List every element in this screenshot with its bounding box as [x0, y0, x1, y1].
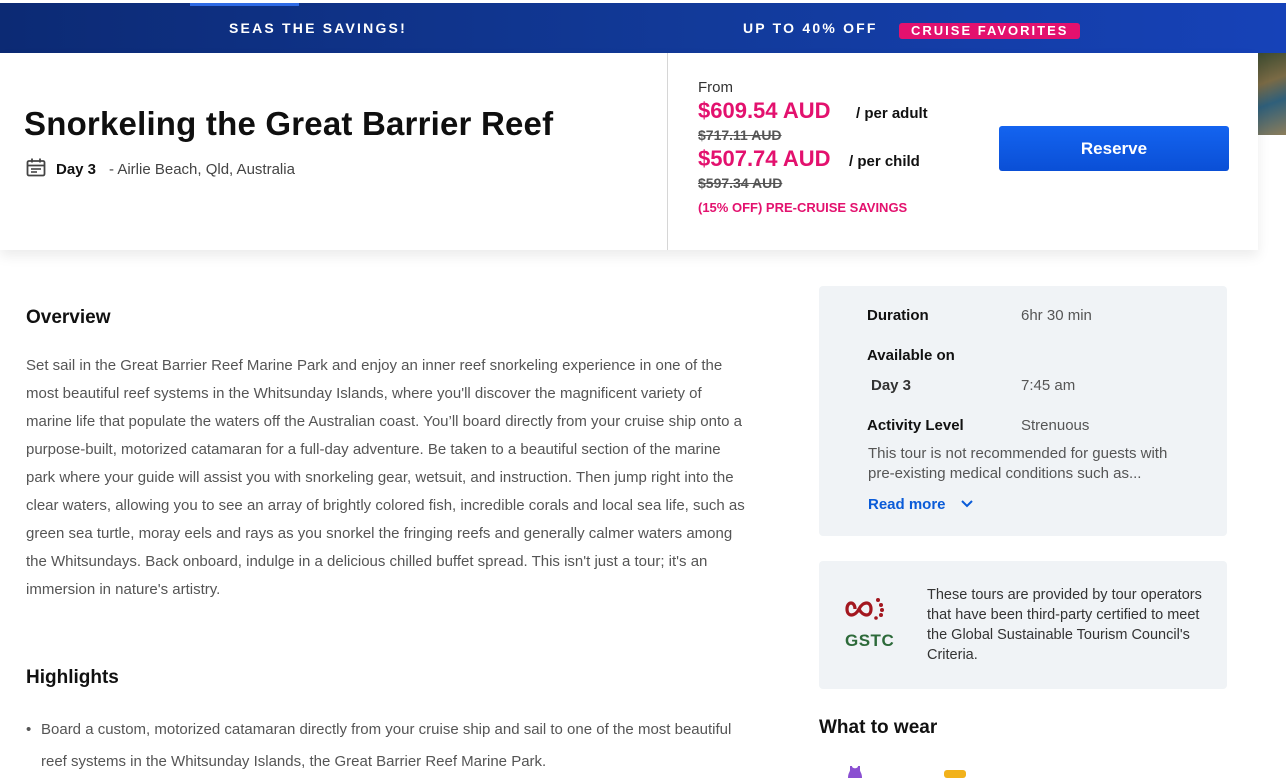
tour-header-card: Snorkeling the Great Barrier Reef Day 3 …: [0, 53, 1258, 250]
duration-label: Duration: [867, 307, 929, 324]
calendar-icon: [26, 158, 46, 177]
activity-level-label: Activity Level: [867, 417, 964, 434]
gstc-logo-icon: [845, 598, 884, 620]
list-item: Board a custom, motorized catamaran dire…: [26, 714, 746, 778]
tour-title: Snorkeling the Great Barrier Reef: [24, 105, 554, 142]
highlights-list: Board a custom, motorized catamaran dire…: [26, 714, 746, 778]
pre-cruise-savings-label: (15% OFF) PRE-CRUISE SAVINGS: [698, 200, 908, 215]
adult-price: $609.54 AUD: [698, 98, 831, 123]
promo-cruise-favorites-badge[interactable]: CRUISE FAVORITES: [899, 23, 1081, 39]
tour-details-panel: Duration 6hr 30 min Available on Day 3 7…: [819, 286, 1227, 536]
promo-discount-text: UP TO 40% OFF: [743, 20, 878, 36]
reserve-button[interactable]: Reserve: [999, 126, 1229, 171]
gstc-description: These tours are provided by tour operato…: [927, 587, 1202, 663]
activity-level-note: This tour is not recommended for guests …: [868, 445, 1168, 482]
swimsuit-icon: [848, 766, 862, 778]
promo-active-tab-indicator: [190, 3, 299, 6]
read-more-link[interactable]: Read more: [868, 496, 946, 513]
child-original-price: $597.34 AUD: [698, 175, 783, 191]
what-to-wear-heading: What to wear: [819, 717, 938, 738]
available-time: 7:45 am: [1021, 377, 1076, 394]
adult-original-price: $717.11 AUD: [698, 127, 782, 143]
gstc-logo-text: GSTC: [845, 631, 895, 650]
tour-location: - Airlie Beach, Qld, Australia: [109, 161, 295, 178]
overview-heading: Overview: [26, 307, 111, 328]
available-day: Day 3: [871, 377, 912, 394]
sandals-icon: [944, 770, 966, 778]
chevron-down-icon[interactable]: [960, 499, 974, 509]
header-divider: [667, 53, 668, 250]
overview-body: Set sail in the Great Barrier Reef Marin…: [26, 357, 745, 598]
tour-day: Day 3: [56, 161, 97, 178]
available-on-label: Available on: [867, 347, 955, 364]
child-price: $507.74 AUD: [698, 146, 831, 171]
highlights-heading: Highlights: [26, 667, 119, 688]
reef-hero-image: [1258, 53, 1286, 135]
promo-banner[interactable]: SEAS THE SAVINGS! UP TO 40% OFF CRUISE F…: [0, 3, 1286, 53]
child-price-unit: / per child: [849, 153, 920, 170]
gstc-certification-panel: GSTC These tours are provided by tour op…: [819, 561, 1227, 689]
activity-level-value: Strenuous: [1021, 417, 1090, 434]
price-from-label: From: [698, 79, 733, 96]
adult-price-unit: / per adult: [856, 105, 928, 122]
duration-value: 6hr 30 min: [1021, 307, 1092, 324]
promo-headline: SEAS THE SAVINGS!: [229, 20, 407, 36]
